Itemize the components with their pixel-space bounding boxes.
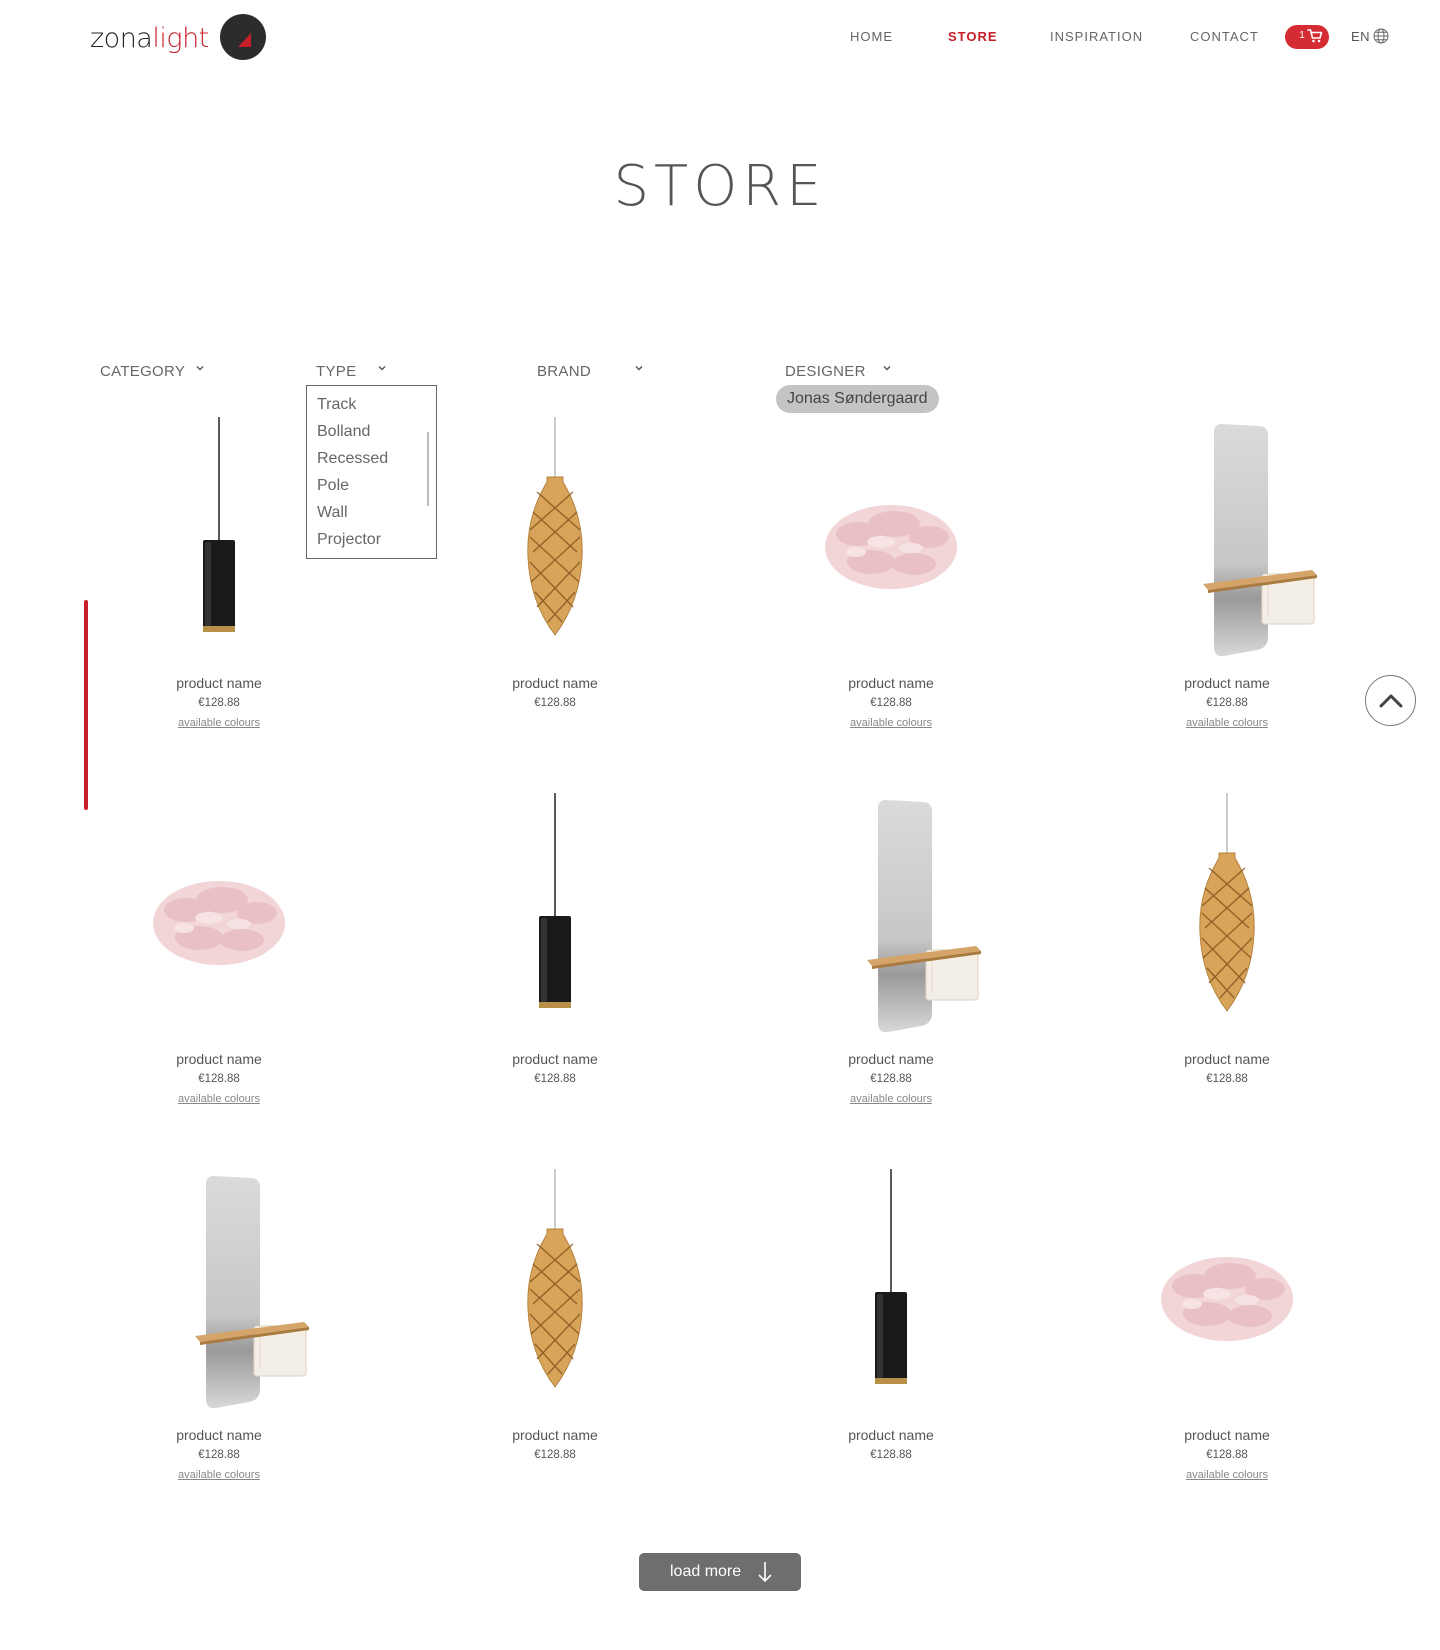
- product-card[interactable]: product name €128.88 available colours: [1102, 412, 1352, 752]
- product-card[interactable]: product name €128.88 available colours: [94, 412, 344, 752]
- designer-filter-chip[interactable]: Jonas Søndergaard: [776, 385, 939, 413]
- product-card[interactable]: product name €128.88: [766, 1164, 1016, 1504]
- product-price: €128.88: [870, 1449, 912, 1461]
- product-image[interactable]: [94, 412, 344, 672]
- product-price: €128.88: [1206, 1073, 1248, 1085]
- cart-button[interactable]: 1: [1285, 25, 1329, 49]
- available-colours-link[interactable]: available colours: [94, 1091, 344, 1107]
- filter-brand[interactable]: BRAND: [537, 362, 591, 382]
- chevron-down-icon[interactable]: [883, 364, 891, 372]
- product-price: €128.88: [198, 1449, 240, 1461]
- product-price: €128.88: [534, 697, 576, 709]
- product-price: €128.88: [198, 697, 240, 709]
- product-name[interactable]: product name: [94, 1426, 344, 1444]
- product-card[interactable]: product name €128.88 available colours: [766, 412, 1016, 752]
- nav-store[interactable]: STORE: [948, 28, 998, 46]
- available-colours-link[interactable]: available colours: [766, 1091, 1016, 1107]
- nav-home[interactable]: HOME: [850, 28, 893, 46]
- product-name[interactable]: product name: [94, 1050, 344, 1068]
- product-card[interactable]: product name €128.88: [430, 788, 680, 1128]
- nav-contact[interactable]: CONTACT: [1190, 28, 1259, 46]
- product-card[interactable]: product name €128.88: [1102, 788, 1352, 1128]
- product-name[interactable]: product name: [1102, 1050, 1352, 1068]
- dropdown-scrollbar[interactable]: [427, 432, 429, 506]
- product-price: €128.88: [534, 1073, 576, 1085]
- product-price: €128.88: [870, 1073, 912, 1085]
- filter-designer[interactable]: DESIGNER: [785, 362, 866, 382]
- product-card[interactable]: product name €128.88 available colours: [766, 788, 1016, 1128]
- main-nav: HOME STORE INSPIRATION CONTACT: [0, 28, 1440, 48]
- chevron-down-icon[interactable]: [635, 364, 643, 372]
- product-card[interactable]: product name €128.88: [430, 1164, 680, 1504]
- language-selector[interactable]: EN: [1351, 28, 1370, 46]
- product-image[interactable]: [1102, 412, 1352, 672]
- filter-category[interactable]: CATEGORY: [100, 362, 185, 382]
- nav-inspiration[interactable]: INSPIRATION: [1050, 28, 1143, 46]
- page-title: STORE: [613, 154, 827, 219]
- product-image[interactable]: [94, 1164, 344, 1424]
- product-name[interactable]: product name: [766, 1426, 1016, 1444]
- product-name[interactable]: product name: [1102, 1426, 1352, 1444]
- available-colours-link[interactable]: available colours: [766, 715, 1016, 731]
- arrow-down-icon: [758, 1562, 772, 1583]
- product-image[interactable]: [766, 412, 1016, 672]
- product-price: €128.88: [534, 1449, 576, 1461]
- product-price: €128.88: [198, 1073, 240, 1085]
- product-card[interactable]: product name €128.88 available colours: [1102, 1164, 1352, 1504]
- chevron-down-icon[interactable]: [378, 364, 386, 372]
- product-name[interactable]: product name: [766, 1050, 1016, 1068]
- back-to-top-button[interactable]: [1365, 675, 1416, 726]
- product-name[interactable]: product name: [1102, 674, 1352, 692]
- product-price: €128.88: [1206, 1449, 1248, 1461]
- load-more-label: load more: [670, 1563, 742, 1580]
- product-price: €128.88: [1206, 697, 1248, 709]
- product-name[interactable]: product name: [94, 674, 344, 692]
- chevron-down-icon[interactable]: [196, 364, 204, 372]
- filter-type[interactable]: TYPE: [316, 362, 356, 382]
- product-image[interactable]: [766, 1164, 1016, 1424]
- product-card[interactable]: product name €128.88: [430, 412, 680, 752]
- product-image[interactable]: [766, 788, 1016, 1048]
- product-image[interactable]: [430, 1164, 680, 1424]
- cart-icon: [1307, 29, 1323, 43]
- product-name[interactable]: product name: [766, 674, 1016, 692]
- load-more-button[interactable]: load more: [639, 1553, 801, 1591]
- product-image[interactable]: [430, 412, 680, 672]
- product-price: €128.88: [870, 697, 912, 709]
- product-name[interactable]: product name: [430, 1050, 680, 1068]
- product-image[interactable]: [430, 788, 680, 1048]
- available-colours-link[interactable]: available colours: [1102, 715, 1352, 731]
- chevron-up-icon: [1379, 694, 1403, 708]
- product-card[interactable]: product name €128.88 available colours: [94, 1164, 344, 1504]
- product-image[interactable]: [1102, 1164, 1352, 1424]
- available-colours-link[interactable]: available colours: [1102, 1467, 1352, 1483]
- scroll-indicator: [84, 600, 88, 810]
- product-name[interactable]: product name: [430, 1426, 680, 1444]
- globe-icon[interactable]: [1373, 28, 1389, 44]
- available-colours-link[interactable]: available colours: [94, 715, 344, 731]
- available-colours-link[interactable]: available colours: [94, 1467, 344, 1483]
- product-name[interactable]: product name: [430, 674, 680, 692]
- product-image[interactable]: [1102, 788, 1352, 1048]
- product-card[interactable]: product name €128.88 available colours: [94, 788, 344, 1128]
- product-image[interactable]: [94, 788, 344, 1048]
